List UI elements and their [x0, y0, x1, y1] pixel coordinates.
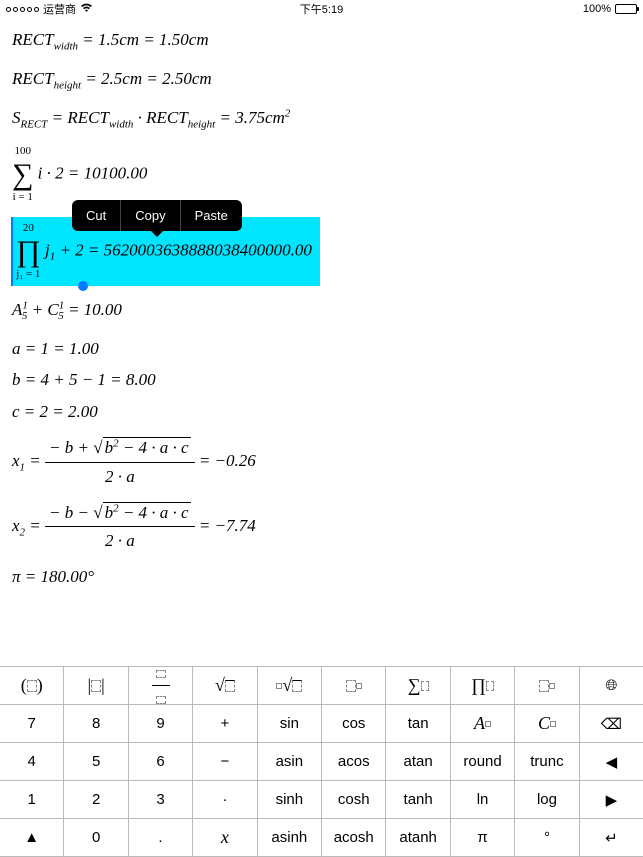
key-sin[interactable]: sin	[258, 705, 322, 743]
key-power[interactable]	[322, 667, 386, 705]
key-5[interactable]: 5	[64, 743, 128, 781]
key-1[interactable]: 1	[0, 781, 64, 819]
key-combination[interactable]: C	[515, 705, 579, 743]
key-product[interactable]: ∏	[451, 667, 515, 705]
status-right: 100%	[583, 3, 637, 15]
key-8[interactable]: 8	[64, 705, 128, 743]
key-parens[interactable]: ()	[0, 667, 64, 705]
arrow-right-icon: ▶	[606, 791, 618, 809]
key-pi[interactable]: π	[451, 819, 515, 857]
key-enter[interactable]: ↵	[580, 819, 643, 857]
key-globe[interactable]: 🌐︎	[580, 667, 643, 705]
eq-summation[interactable]: 100 ∑ i = 1 i · 2 = 10100.00	[12, 144, 631, 205]
key-plus[interactable]: +	[193, 705, 257, 743]
copy-button[interactable]: Copy	[120, 200, 179, 231]
key-backspace[interactable]: ⌫	[580, 705, 643, 743]
arrow-up-icon: ▲	[24, 829, 39, 846]
arrow-left-icon: ◀	[606, 753, 618, 771]
key-cosh[interactable]: cosh	[322, 781, 386, 819]
status-time: 下午5:19	[300, 1, 343, 17]
eq-b[interactable]: b = 4 + 5 − 1 = 8.00	[12, 368, 631, 392]
key-brackets[interactable]: ||	[64, 667, 128, 705]
key-log[interactable]: log	[515, 781, 579, 819]
eq-permutation-combination[interactable]: A15 + C15 = 10.00	[12, 298, 631, 325]
key-sigma[interactable]: ∑	[386, 667, 450, 705]
eq-rect-width[interactable]: RECTwidth = 1.5cm = 1.50cm	[12, 28, 631, 55]
key-x[interactable]: x	[193, 819, 257, 857]
key-sinh[interactable]: sinh	[258, 781, 322, 819]
key-tan[interactable]: tan	[386, 705, 450, 743]
key-right[interactable]: ▶	[580, 781, 643, 819]
key-acos[interactable]: acos	[322, 743, 386, 781]
key-cos[interactable]: cos	[322, 705, 386, 743]
key-ln[interactable]: ln	[451, 781, 515, 819]
key-4[interactable]: 4	[0, 743, 64, 781]
math-keyboard: () || √ √ ∑ ∏ 🌐︎ 7 8 9 + sin cos tan A C…	[0, 666, 643, 857]
key-minus[interactable]: −	[193, 743, 257, 781]
carrier-label: 运营商	[43, 1, 76, 17]
key-trunc[interactable]: trunc	[515, 743, 579, 781]
status-left: 运营商	[6, 1, 93, 17]
key-left[interactable]: ◀	[580, 743, 643, 781]
context-menu: Cut Copy Paste	[72, 200, 242, 231]
equation-canvas[interactable]: RECTwidth = 1.5cm = 1.50cm RECTheight = …	[0, 18, 643, 667]
key-0[interactable]: 0	[64, 819, 128, 857]
key-atanh[interactable]: atanh	[386, 819, 450, 857]
eq-rect-height[interactable]: RECTheight = 2.5cm = 2.50cm	[12, 67, 631, 94]
key-atan[interactable]: atan	[386, 743, 450, 781]
key-dot-op[interactable]: ·	[193, 781, 257, 819]
key-degree[interactable]: °	[515, 819, 579, 857]
key-tanh[interactable]: tanh	[386, 781, 450, 819]
key-acosh[interactable]: acosh	[322, 819, 386, 857]
key-sqrt[interactable]: √	[193, 667, 257, 705]
wifi-icon	[80, 3, 93, 16]
eq-c[interactable]: c = 2 = 2.00	[12, 400, 631, 424]
key-nthroot[interactable]: √	[258, 667, 322, 705]
key-6[interactable]: 6	[129, 743, 193, 781]
key-decimal[interactable]: .	[129, 819, 193, 857]
key-round[interactable]: round	[451, 743, 515, 781]
status-bar: 运营商 下午5:19 100%	[0, 0, 643, 18]
key-9[interactable]: 9	[129, 705, 193, 743]
key-fraction[interactable]	[129, 667, 193, 705]
key-permutation[interactable]: A	[451, 705, 515, 743]
key-asinh[interactable]: asinh	[258, 819, 322, 857]
eq-a[interactable]: a = 1 = 1.00	[12, 337, 631, 361]
eq-pi[interactable]: π = 180.00°	[12, 565, 631, 589]
key-up[interactable]: ▲	[0, 819, 64, 857]
key-subscript[interactable]	[515, 667, 579, 705]
key-asin[interactable]: asin	[258, 743, 322, 781]
key-2[interactable]: 2	[64, 781, 128, 819]
key-3[interactable]: 3	[129, 781, 193, 819]
eq-x2[interactable]: x2 = − b − √b2 − 4 · a · c 2 · a = −7.74	[12, 501, 631, 554]
globe-icon: 🌐︎	[605, 677, 617, 694]
battery-icon	[615, 4, 637, 14]
enter-icon: ↵	[605, 829, 618, 847]
key-7[interactable]: 7	[0, 705, 64, 743]
backspace-icon: ⌫	[601, 715, 622, 733]
battery-pct: 100%	[583, 3, 611, 15]
cut-button[interactable]: Cut	[72, 200, 120, 231]
paste-button[interactable]: Paste	[180, 200, 242, 231]
signal-icon	[6, 7, 39, 12]
eq-x1[interactable]: x1 = − b + √b2 − 4 · a · c 2 · a = −0.26	[12, 436, 631, 489]
eq-rect-area[interactable]: SRECT = RECTwidth · RECTheight = 3.75cm2	[12, 106, 631, 133]
